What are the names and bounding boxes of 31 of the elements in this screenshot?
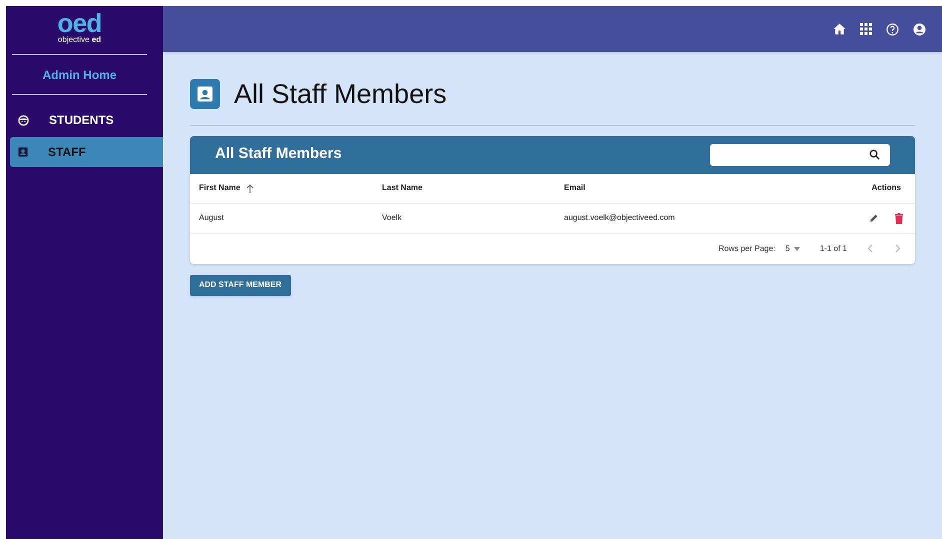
- table-title: All Staff Members: [215, 144, 342, 164]
- table-cell-text: august.voelk@objectiveed.com: [564, 212, 676, 224]
- dropdown-caret-icon: [794, 246, 800, 250]
- apps-grid-icon[interactable]: [860, 23, 872, 35]
- column-header[interactable]: Last Name: [382, 182, 422, 194]
- contact-card-icon: [18, 147, 28, 157]
- page-title: All Staff Members: [234, 78, 447, 111]
- rows-per-page-label: Rows per Page:: [718, 242, 776, 254]
- table-cell-text: Voelk: [382, 212, 403, 224]
- sidebar-item[interactable]: STAFF: [10, 137, 163, 167]
- face-icon: [18, 114, 29, 126]
- sort-arrow-icon: [246, 184, 254, 192]
- contact-card-icon: [190, 79, 220, 110]
- pencil-icon[interactable]: [869, 213, 879, 223]
- account-icon[interactable]: [913, 22, 926, 36]
- admin-home-link[interactable]: Admin Home: [42, 66, 116, 84]
- column-header[interactable]: First Name: [199, 182, 240, 194]
- logo: oed: [57, 12, 102, 34]
- search-icon: [869, 149, 880, 160]
- page-range: 1-1 of 1: [820, 242, 847, 254]
- search-field[interactable]: [710, 144, 890, 166]
- help-icon[interactable]: [886, 22, 899, 36]
- table-cell-text: August: [199, 212, 225, 224]
- logo-tagline: objective ed: [58, 34, 102, 46]
- sidebar-item[interactable]: STUDENTS: [10, 105, 163, 135]
- column-header[interactable]: Actions: [872, 182, 901, 194]
- home-icon[interactable]: [833, 23, 846, 35]
- add-staff-member-button[interactable]: ADD STAFF MEMBER: [190, 274, 291, 296]
- trash-icon[interactable]: [895, 212, 903, 224]
- column-header[interactable]: Email: [564, 182, 586, 194]
- rows-per-page-select[interactable]: 5: [785, 242, 800, 254]
